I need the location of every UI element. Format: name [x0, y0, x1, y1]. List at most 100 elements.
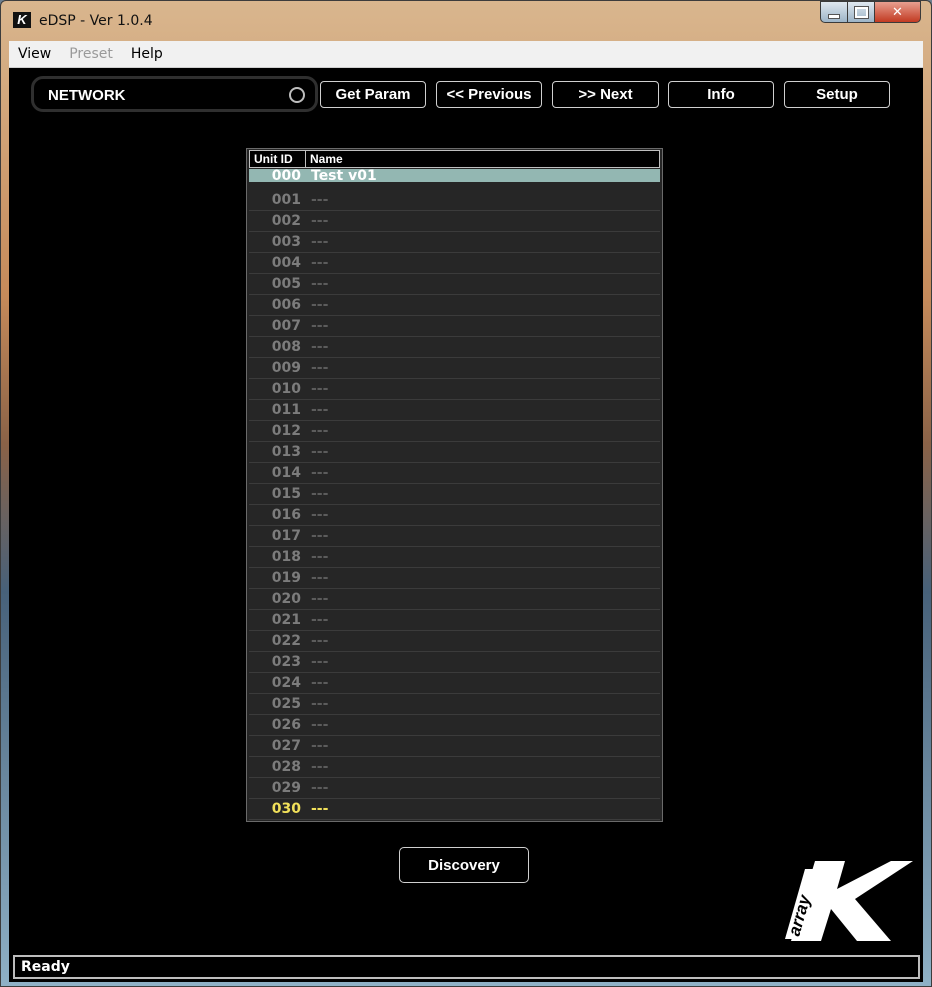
- unit-name-cell: ---: [311, 654, 329, 670]
- unit-name-cell: ---: [311, 234, 329, 250]
- unit-id-cell: 000: [271, 167, 301, 184]
- unit-id-cell: 007: [271, 318, 301, 334]
- table-row[interactable]: 026 ---: [249, 715, 660, 736]
- table-row[interactable]: 027 ---: [249, 736, 660, 757]
- table-row[interactable]: 004 ---: [249, 253, 660, 274]
- previous-button[interactable]: << Previous: [436, 81, 542, 108]
- close-icon: ✕: [892, 4, 903, 20]
- unit-id-cell: 026: [271, 717, 301, 733]
- unit-id-cell: 004: [271, 255, 301, 271]
- unit-name-cell: ---: [311, 570, 329, 586]
- unit-id-cell: 003: [271, 234, 301, 250]
- menu-help[interactable]: Help: [122, 46, 172, 62]
- window-title: eDSP - Ver 1.0.4: [39, 13, 153, 29]
- unit-id-cell: 001: [271, 192, 301, 208]
- table-row[interactable]: 006 ---: [249, 295, 660, 316]
- client-area: View Preset Help NETWORK Get Param << Pr…: [9, 41, 923, 982]
- table-row[interactable]: 005 ---: [249, 274, 660, 295]
- unit-name-cell: ---: [311, 612, 329, 628]
- info-button[interactable]: Info: [668, 81, 774, 108]
- discovery-button[interactable]: Discovery: [399, 847, 529, 883]
- unit-name-cell: ---: [311, 801, 329, 817]
- table-row[interactable]: 012 ---: [249, 421, 660, 442]
- table-row[interactable]: 001 ---: [249, 190, 660, 211]
- unit-id-cell: 006: [271, 297, 301, 313]
- close-button[interactable]: ✕: [875, 1, 921, 23]
- column-header-unit-id[interactable]: Unit ID: [250, 151, 306, 167]
- unit-id-cell: 018: [271, 549, 301, 565]
- table-row[interactable]: 000 Test v01: [249, 167, 660, 184]
- table-row[interactable]: 020 ---: [249, 589, 660, 610]
- unit-name-cell: ---: [311, 591, 329, 607]
- column-header-name[interactable]: Name: [306, 151, 343, 167]
- table-row[interactable]: 014 ---: [249, 463, 660, 484]
- unit-name-cell: ---: [311, 507, 329, 523]
- get-param-button[interactable]: Get Param: [320, 81, 426, 108]
- unit-name-cell: ---: [311, 528, 329, 544]
- table-row[interactable]: 022 ---: [249, 631, 660, 652]
- window-controls: ✕: [820, 1, 921, 23]
- k-array-logo-icon: K: [13, 12, 31, 28]
- unit-name-cell: ---: [311, 339, 329, 355]
- table-row[interactable]: 008 ---: [249, 337, 660, 358]
- status-bar: Ready: [13, 955, 920, 979]
- unit-id-cell: 015: [271, 486, 301, 502]
- table-row[interactable]: 003 ---: [249, 232, 660, 253]
- unit-name-cell: ---: [311, 549, 329, 565]
- unit-name-cell: ---: [311, 213, 329, 229]
- unit-id-cell: 030: [271, 801, 301, 817]
- unit-id-cell: 021: [271, 612, 301, 628]
- table-row[interactable]: 015 ---: [249, 484, 660, 505]
- table-row[interactable]: 013 ---: [249, 442, 660, 463]
- unit-id-cell: 002: [271, 213, 301, 229]
- unit-name-cell: ---: [311, 255, 329, 271]
- next-button[interactable]: >> Next: [552, 81, 659, 108]
- title-bar[interactable]: K eDSP - Ver 1.0.4 ✕: [1, 1, 931, 41]
- unit-name-cell: ---: [311, 465, 329, 481]
- table-row[interactable]: 007 ---: [249, 316, 660, 337]
- unit-id-cell: 027: [271, 738, 301, 754]
- table-row[interactable]: 010 ---: [249, 379, 660, 400]
- unit-name-cell: ---: [311, 402, 329, 418]
- menu-bar: View Preset Help: [9, 41, 923, 68]
- table-row[interactable]: 018 ---: [249, 547, 660, 568]
- table-row[interactable]: 028 ---: [249, 757, 660, 778]
- k-array-brand-logo: array: [785, 861, 913, 941]
- unit-id-cell: 022: [271, 633, 301, 649]
- table-row[interactable]: 025 ---: [249, 694, 660, 715]
- maximize-icon: [853, 5, 869, 19]
- table-row[interactable]: 021 ---: [249, 610, 660, 631]
- table-row[interactable]: 019 ---: [249, 568, 660, 589]
- unit-id-cell: 010: [271, 381, 301, 397]
- unit-id-cell: 025: [271, 696, 301, 712]
- table-row[interactable]: 024 ---: [249, 673, 660, 694]
- table-row[interactable]: 023 ---: [249, 652, 660, 673]
- unit-id-cell: 012: [271, 423, 301, 439]
- table-row[interactable]: 029 ---: [249, 778, 660, 799]
- table-row[interactable]: 017 ---: [249, 526, 660, 547]
- minimize-button[interactable]: [820, 1, 848, 23]
- menu-view[interactable]: View: [9, 46, 60, 62]
- unit-name-cell: ---: [311, 675, 329, 691]
- table-row[interactable]: 002 ---: [249, 211, 660, 232]
- table-row[interactable]: 016 ---: [249, 505, 660, 526]
- maximize-button[interactable]: [848, 1, 875, 23]
- unit-id-cell: 028: [271, 759, 301, 775]
- unit-id-cell: 017: [271, 528, 301, 544]
- network-label: NETWORK: [48, 87, 126, 104]
- unit-name-cell: ---: [311, 444, 329, 460]
- unit-id-cell: 019: [271, 570, 301, 586]
- unit-id-cell: 020: [271, 591, 301, 607]
- table-row[interactable]: 030 ---: [249, 799, 660, 820]
- unit-name-cell: ---: [311, 717, 329, 733]
- unit-id-cell: 011: [271, 402, 301, 418]
- unit-name-cell: ---: [311, 360, 329, 376]
- unit-name-cell: ---: [311, 738, 329, 754]
- network-selector[interactable]: NETWORK: [31, 76, 318, 112]
- unit-name-cell: ---: [311, 780, 329, 796]
- table-row[interactable]: 009 ---: [249, 358, 660, 379]
- unit-name-cell: ---: [311, 633, 329, 649]
- setup-button[interactable]: Setup: [784, 81, 890, 108]
- unit-id-cell: 016: [271, 507, 301, 523]
- table-row[interactable]: 011 ---: [249, 400, 660, 421]
